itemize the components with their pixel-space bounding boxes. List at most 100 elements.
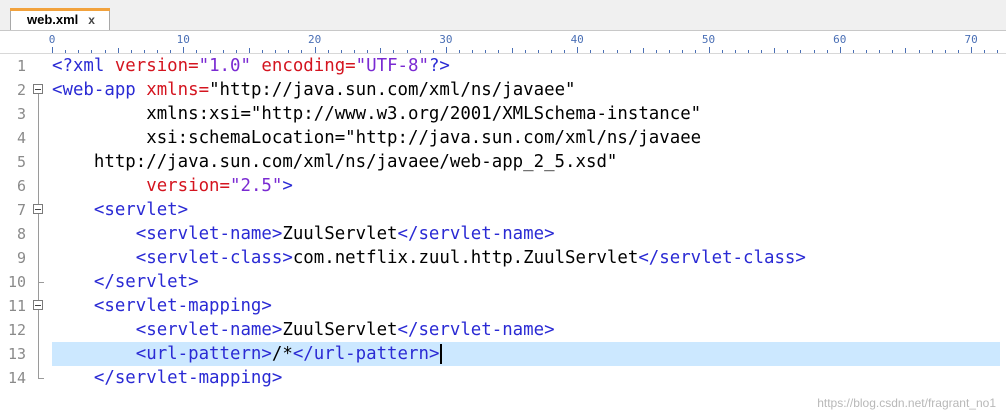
fold-collapse-icon[interactable] <box>33 84 43 94</box>
ruler-tick <box>866 50 868 53</box>
ruler-tick <box>852 50 854 53</box>
code-line[interactable]: 9 <servlet-class>com.netflix.zuul.http.Z… <box>0 246 1006 270</box>
ruler-tick <box>761 50 763 53</box>
ruler-label: 10 <box>176 33 190 46</box>
ruler-tick <box>143 50 145 53</box>
fold-margin <box>33 342 45 366</box>
fold-collapse-icon[interactable] <box>33 300 43 310</box>
ruler-tick <box>367 50 369 53</box>
code-text: <servlet-name>ZuulServlet</servlet-name> <box>52 222 555 246</box>
code-token: <servlet-mapping> <box>52 296 272 316</box>
fold-margin <box>33 54 45 78</box>
fold-guide-line <box>38 94 39 102</box>
line-number: 11 <box>7 297 26 315</box>
ruler-tick <box>984 50 986 53</box>
code-token: version= <box>114 56 199 76</box>
code-line[interactable]: 6 version="2.5"> <box>0 174 1006 198</box>
ruler-tick <box>419 50 421 53</box>
ruler-tick <box>721 50 723 53</box>
ruler-tick <box>524 50 526 53</box>
fold-margin <box>33 270 45 294</box>
ruler-tick <box>459 50 461 53</box>
fold-margin <box>33 294 45 318</box>
ruler-tick <box>52 47 53 53</box>
ruler-tick <box>498 50 500 53</box>
code-token: > <box>282 176 293 196</box>
code-line[interactable]: 7 <servlet> <box>0 198 1006 222</box>
code-line[interactable]: 2 <web-app xmlns="http://java.sun.com/xml… <box>0 78 1006 102</box>
code-text: <servlet-mapping> <box>52 294 272 318</box>
code-token: version= <box>52 176 230 196</box>
code-line[interactable]: 12 <servlet-name>ZuulServlet</servlet-na… <box>0 318 1006 342</box>
ruler-label: 60 <box>833 33 847 46</box>
code-token: </servlet-mapping> <box>52 368 283 388</box>
ruler-tick <box>196 50 198 53</box>
code-token: ZuulServlet <box>282 320 398 340</box>
fold-margin <box>33 318 45 342</box>
fold-guide-line <box>38 174 39 198</box>
fold-collapse-icon[interactable] <box>33 204 43 214</box>
ruler-tick <box>682 50 684 53</box>
tab-label: web.xml <box>27 12 79 27</box>
ruler-tick <box>642 48 644 53</box>
fold-guide-line <box>38 310 39 318</box>
tab-web-xml[interactable]: web.xml x <box>10 8 110 30</box>
code-token: xsi:schemaLocation="http://java.sun.com/… <box>52 128 702 148</box>
ruler-tick <box>91 50 93 53</box>
code-line[interactable]: 13 <url-pattern>/*</url-pattern> <box>0 342 1006 366</box>
code-line[interactable]: 1 <?xml version="1.0" encoding="UTF-8"?> <box>0 54 1006 78</box>
code-token: </servlet-name> <box>397 224 555 244</box>
close-icon[interactable]: x <box>88 13 95 27</box>
code-text: <?xml version="1.0" encoding="UTF-8"?> <box>52 54 450 78</box>
ruler-tick <box>747 50 749 53</box>
code-token: xmlns= <box>146 80 210 100</box>
ruler-tick <box>340 50 342 53</box>
fold-guide-line <box>38 214 39 222</box>
ruler-tick <box>130 50 132 53</box>
code-token: "UTF-8" <box>355 56 429 76</box>
line-number: 14 <box>7 369 26 387</box>
line-number: 6 <box>16 177 26 195</box>
ruler-label: 40 <box>570 33 584 46</box>
ruler-tick <box>826 50 828 53</box>
line-number: 1 <box>16 57 26 75</box>
ruler-tick <box>235 50 237 53</box>
code-line[interactable]: 14 </servlet-mapping> <box>0 366 1006 390</box>
code-line[interactable]: 8 <servlet-name>ZuulServlet</servlet-nam… <box>0 222 1006 246</box>
fold-guide-line <box>38 126 39 150</box>
code-line[interactable]: 5 http://java.sun.com/xml/ns/javaee/web-… <box>0 150 1006 174</box>
fold-margin <box>33 78 45 102</box>
fold-guide-line <box>38 366 39 378</box>
code-text: <servlet-class>com.netflix.zuul.http.Zuu… <box>52 246 806 270</box>
fold-guide-line <box>38 342 39 366</box>
code-line[interactable]: 11 <servlet-mapping> <box>0 294 1006 318</box>
fold-end-marker <box>38 378 44 379</box>
code-token: </url-pattern> <box>292 344 440 364</box>
ruler-tick <box>800 50 802 53</box>
code-token: </servlet-name> <box>397 320 555 340</box>
code-line[interactable]: 10 </servlet> <box>0 270 1006 294</box>
ruler-label: 20 <box>307 33 322 46</box>
code-line[interactable]: 3 xmlns:xsi="http://www.w3.org/2001/XMLS… <box>0 102 1006 126</box>
code-token: "1.0" <box>198 56 251 76</box>
line-number: 10 <box>7 273 26 291</box>
code-text: <url-pattern>/*</url-pattern> <box>52 342 443 366</box>
code-token: <servlet> <box>52 200 189 220</box>
line-number: 5 <box>16 153 26 171</box>
ruler-tick <box>432 50 434 53</box>
code-token: <servlet-name> <box>52 224 283 244</box>
ruler-tick <box>380 48 382 53</box>
ruler-tick <box>590 50 592 53</box>
ruler-tick <box>104 50 106 53</box>
ruler-tick <box>787 50 789 53</box>
ruler-tick <box>406 50 408 53</box>
ruler-tick <box>183 47 185 53</box>
ruler-tick <box>550 50 552 53</box>
tab-bar: web.xml x <box>0 0 1006 31</box>
code-token: /* <box>271 344 293 364</box>
ruler-tick <box>511 48 513 53</box>
code-line[interactable]: 4 xsi:schemaLocation="http://java.sun.co… <box>0 126 1006 150</box>
ruler-tick <box>616 50 618 53</box>
code-editor[interactable]: 1 <?xml version="1.0" encoding="UTF-8"?> 2… <box>0 54 1006 416</box>
column-ruler: 0 10 20 30 40 50 60 70 <box>0 31 1006 54</box>
